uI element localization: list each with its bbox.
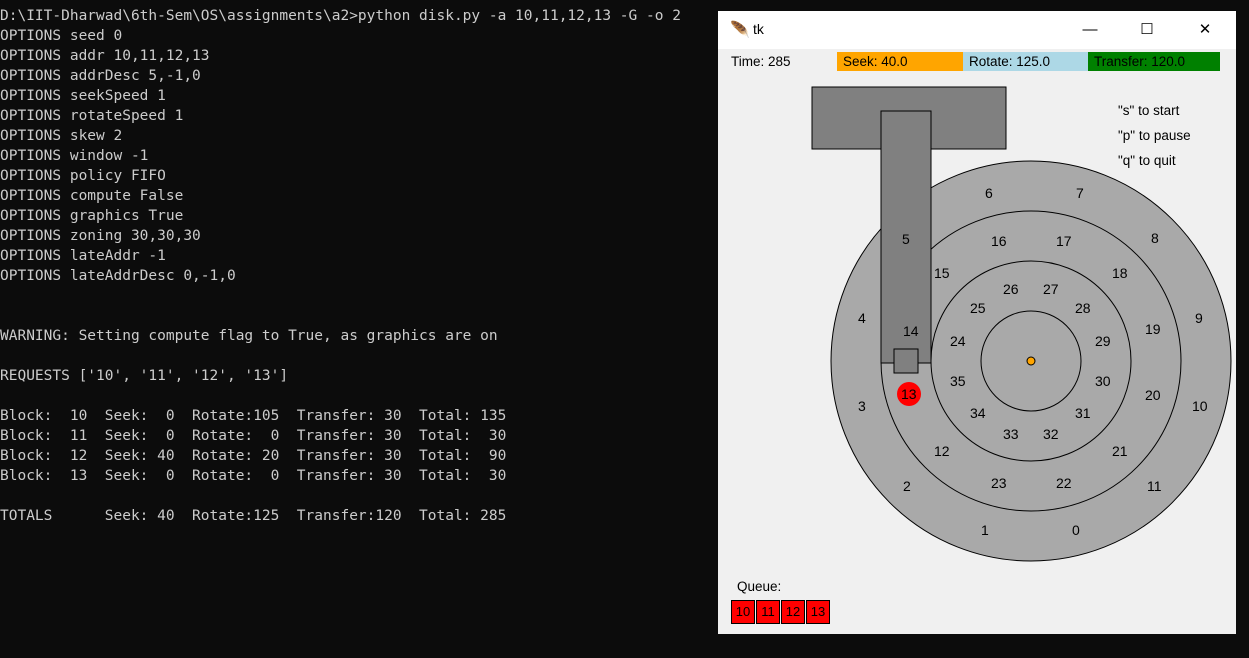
- console-line: OPTIONS addrDesc 5,-1,0: [0, 68, 201, 84]
- block-label: 5: [902, 231, 910, 247]
- queue-item: 12: [781, 600, 805, 624]
- block-label: 12: [934, 443, 950, 459]
- minimize-button[interactable]: —: [1067, 11, 1113, 49]
- block-label: 9: [1195, 310, 1203, 326]
- block-label: 31: [1075, 405, 1091, 421]
- block-label: 33: [1003, 426, 1019, 442]
- block-label: 26: [1003, 281, 1019, 297]
- console-line: Block: 13 Seek: 0 Rotate: 0 Transfer: 30…: [0, 468, 507, 484]
- block-label: 8: [1151, 230, 1159, 246]
- block-label: 3: [858, 398, 866, 414]
- console-line: OPTIONS seekSpeed 1: [0, 88, 166, 104]
- console-line: OPTIONS skew 2: [0, 128, 123, 144]
- disk-canvas: Time: 285 Seek: 40.0 Rotate: 125.0 Trans…: [718, 49, 1236, 634]
- spindle: [1026, 356, 1036, 366]
- block-label: 27: [1043, 281, 1059, 297]
- console-line: WARNING: Setting compute flag to True, a…: [0, 328, 498, 344]
- feather-icon: 🪶: [730, 22, 750, 39]
- block-label: 18: [1112, 265, 1128, 281]
- disk-diagram: 6 7 8 9 10 11 0 1 2 3 4 5 16 17 18 19 20…: [811, 86, 1232, 562]
- console-line: Block: 11 Seek: 0 Rotate: 0 Transfer: 30…: [0, 428, 507, 444]
- console-line: OPTIONS policy FIFO: [0, 168, 166, 184]
- block-label: 29: [1095, 333, 1111, 349]
- queue-label: Queue:: [737, 579, 782, 594]
- block-label: 23: [991, 475, 1007, 491]
- disk-head: [893, 348, 919, 374]
- console-line: Block: 12 Seek: 40 Rotate: 20 Transfer: …: [0, 448, 507, 464]
- block-label: 34: [970, 405, 986, 421]
- console-line: OPTIONS lateAddrDesc 0,-1,0: [0, 268, 236, 284]
- block-label: 2: [903, 478, 911, 494]
- block-label: 1: [981, 522, 989, 538]
- block-label: 10: [1192, 398, 1208, 414]
- block-label: 7: [1076, 185, 1084, 201]
- maximize-button[interactable]: ☐: [1124, 11, 1170, 49]
- console-line: D:\IIT-Dharwad\6th-Sem\OS\assignments\a2…: [0, 8, 681, 24]
- block-label: 35: [950, 373, 966, 389]
- block-label: 4: [858, 310, 866, 326]
- console-line: Block: 10 Seek: 0 Rotate:105 Transfer: 3…: [0, 408, 507, 424]
- block-label: 19: [1145, 321, 1161, 337]
- block-label: 14: [903, 323, 919, 339]
- console-line: OPTIONS addr 10,11,12,13: [0, 48, 210, 64]
- window-title: tk: [753, 21, 764, 37]
- console-output: D:\IIT-Dharwad\6th-Sem\OS\assignments\a2…: [0, 0, 715, 658]
- console-line: TOTALS Seek: 40 Rotate:125 Transfer:120 …: [0, 508, 507, 524]
- console-line: OPTIONS rotateSpeed 1: [0, 108, 184, 124]
- close-button[interactable]: ✕: [1182, 11, 1228, 49]
- highlighted-block-label: 13: [901, 386, 917, 402]
- block-label: 25: [970, 300, 986, 316]
- block-label: 11: [1147, 478, 1162, 494]
- console-line: OPTIONS graphics True: [0, 208, 184, 224]
- console-line: OPTIONS lateAddr -1: [0, 248, 166, 264]
- block-label: 16: [991, 233, 1007, 249]
- console-line: OPTIONS zoning 30,30,30: [0, 228, 201, 244]
- block-label: 22: [1056, 475, 1072, 491]
- block-label: 17: [1056, 233, 1072, 249]
- block-label: 6: [985, 185, 993, 201]
- block-label: 28: [1075, 300, 1091, 316]
- queue-item: 10: [731, 600, 755, 624]
- block-label: 30: [1095, 373, 1111, 389]
- title-bar[interactable]: 🪶 tk — ☐ ✕: [718, 11, 1236, 49]
- block-label: 32: [1043, 426, 1059, 442]
- block-label: 21: [1112, 443, 1128, 459]
- queue-item: 11: [756, 600, 780, 624]
- block-label: 20: [1145, 387, 1161, 403]
- tk-window: 🪶 tk — ☐ ✕ Time: 285 Seek: 40.0 Rotate: …: [718, 11, 1236, 634]
- block-label: 24: [950, 333, 966, 349]
- block-label: 0: [1072, 522, 1080, 538]
- console-line: OPTIONS compute False: [0, 188, 184, 204]
- console-line: OPTIONS window -1: [0, 148, 149, 164]
- block-label: 15: [934, 265, 950, 281]
- queue-item: 13: [806, 600, 830, 624]
- console-line: OPTIONS seed 0: [0, 28, 123, 44]
- console-line: REQUESTS ['10', '11', '12', '13']: [0, 368, 289, 384]
